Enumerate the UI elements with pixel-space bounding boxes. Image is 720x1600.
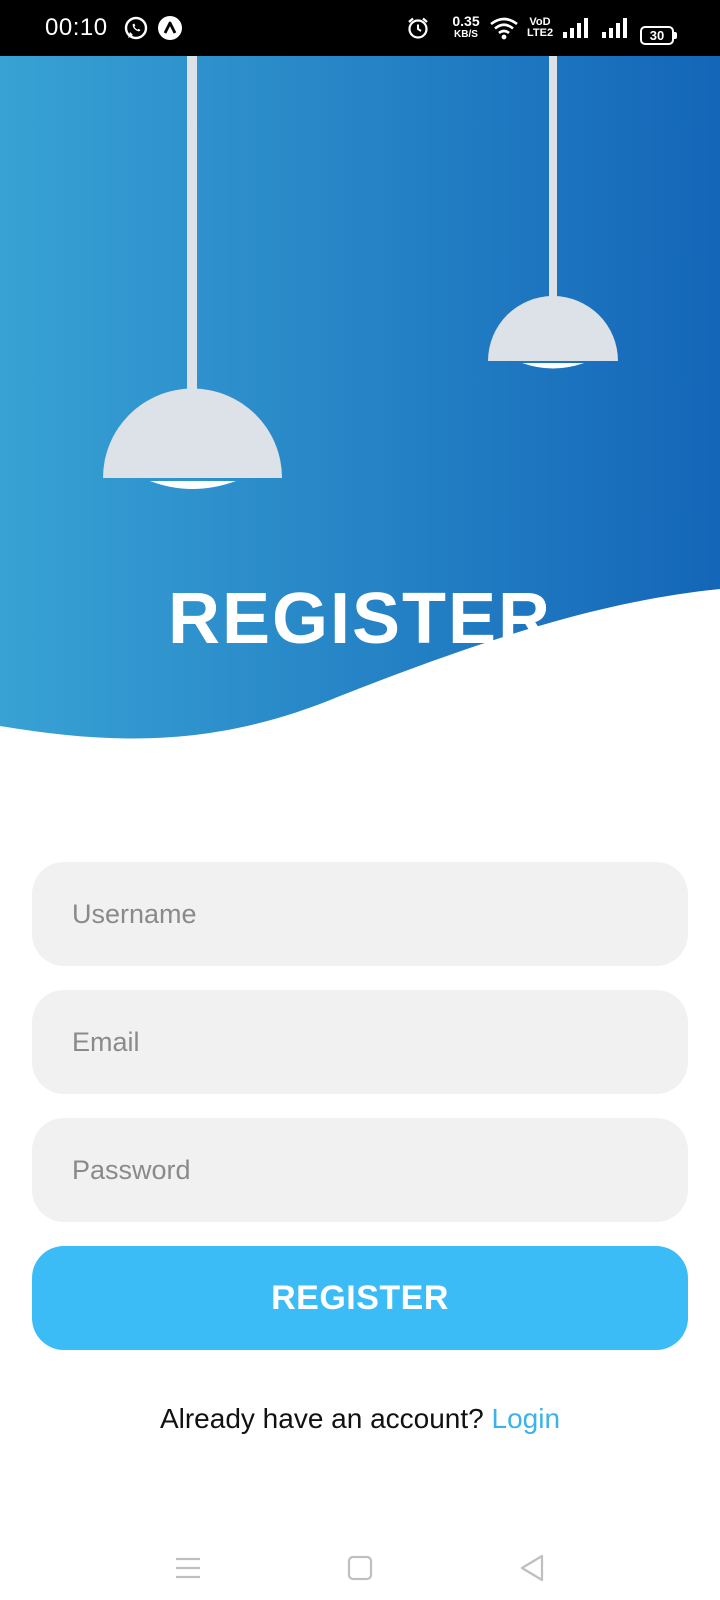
login-link[interactable]: Login [492,1403,561,1434]
signal-icon [601,0,629,56]
wifi-icon [489,0,519,56]
volte-icon: VoD LTE2 [527,17,553,39]
password-input[interactable] [32,1118,688,1222]
status-bar: 00:10 0.35 KB/S VoD LTE2 30 [0,0,720,56]
home-icon[interactable] [340,1548,380,1588]
password-field[interactable] [32,1118,688,1222]
page-title: REGISTER [167,579,553,659]
whatsapp-icon [123,0,149,56]
username-field[interactable] [32,862,688,966]
email-field[interactable] [32,990,688,1094]
register-button[interactable]: REGISTER [32,1246,688,1350]
status-time: 00:10 [45,14,108,41]
register-screen: 00:10 0.35 KB/S VoD LTE2 30 REGISTER Use… [0,0,720,1600]
login-prompt: Already have an account? Login [0,1403,720,1435]
alarm-icon [405,0,431,56]
navigation-bar [0,1530,720,1600]
signal-icon [562,0,590,56]
network-speed-unit: KB/S [454,29,478,40]
header-banner: REGISTER [0,56,720,756]
menu-icon[interactable] [168,1548,208,1588]
battery-level: 30 [649,28,665,43]
login-prompt-text: Already have an account? [159,1403,484,1434]
network-speed-value: 0.35 [452,13,480,29]
username-input[interactable] [32,862,688,966]
email-input[interactable] [32,990,688,1094]
volte-label-bottom: LTE2 [527,27,554,39]
battery-icon: 30 [640,26,677,45]
app-notification-icon [157,0,183,56]
network-speed: 0.35 KB/S [446,13,486,41]
back-icon[interactable] [512,1548,552,1588]
